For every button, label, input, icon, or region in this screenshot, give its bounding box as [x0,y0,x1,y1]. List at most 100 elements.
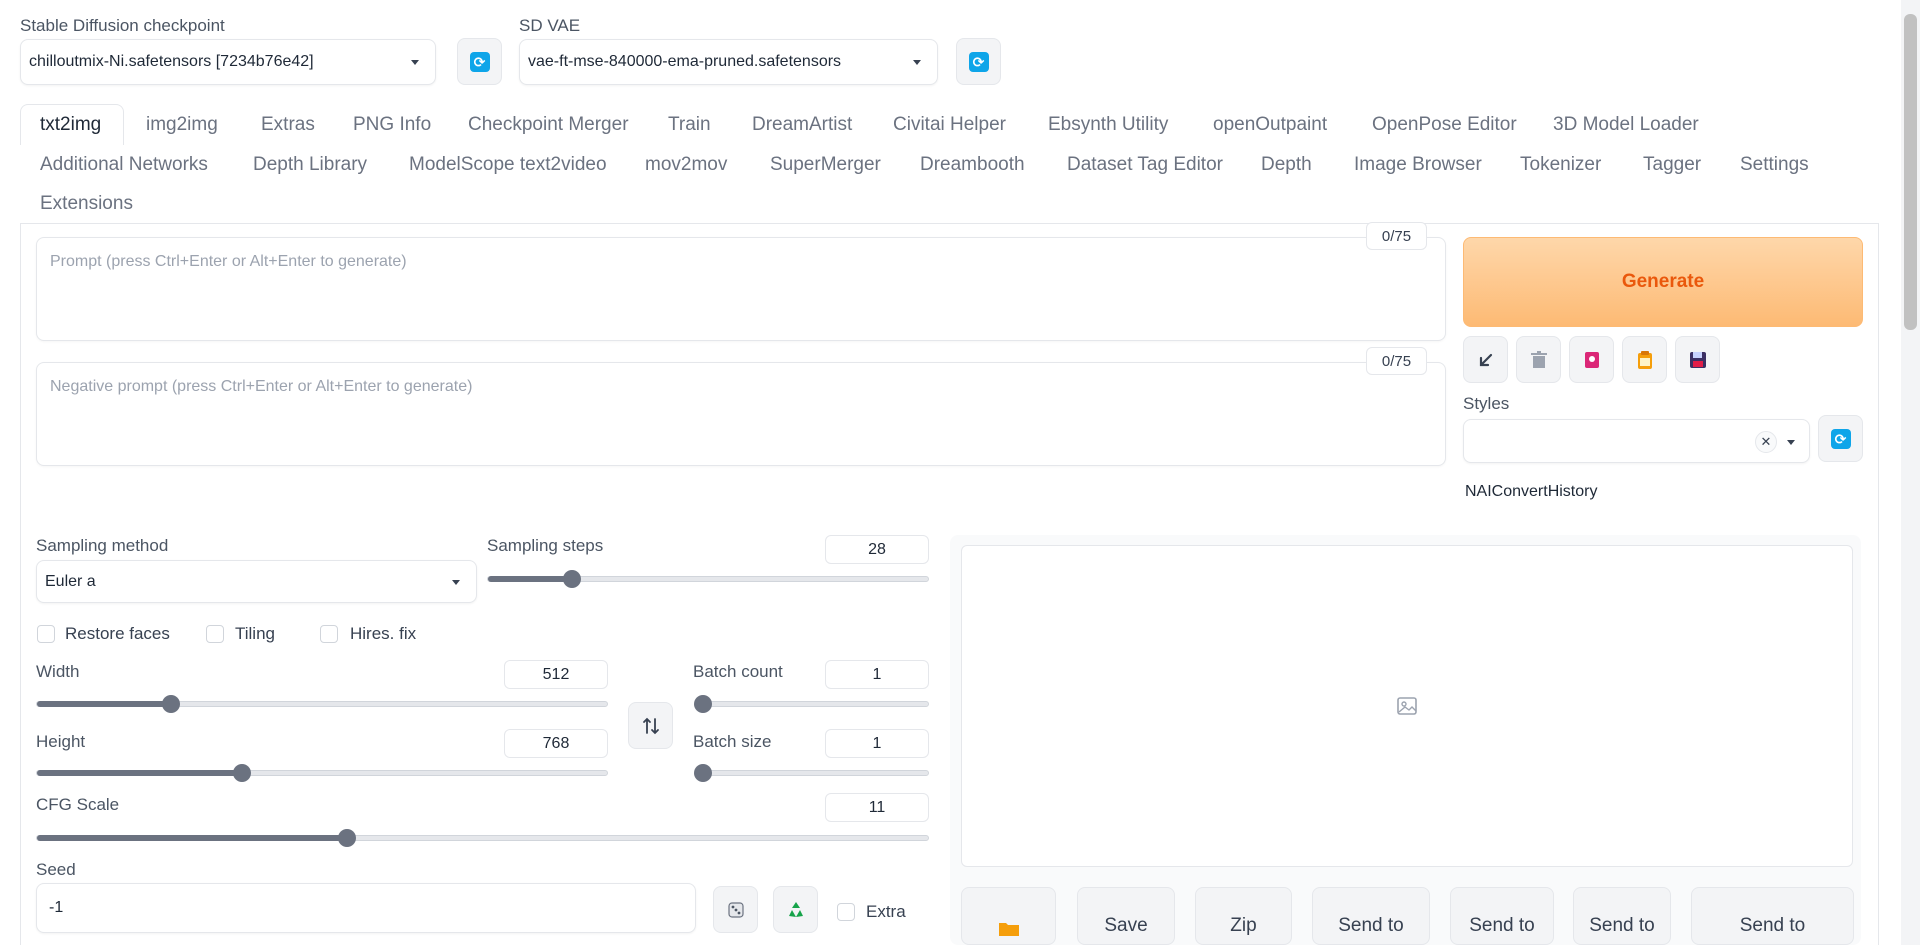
reuse-seed-button[interactable] [773,886,818,933]
tab-image-browser[interactable]: Image Browser [1354,154,1482,176]
batch-size-label: Batch size [693,732,772,751]
send-to-extras-button[interactable]: Send to [1573,887,1671,945]
seed-value: -1 [49,899,64,916]
seed-input[interactable]: -1 [36,883,696,933]
swap-arrows-icon [642,717,659,734]
batch-count-input[interactable]: 1 [825,660,929,689]
prompt-placeholder: Prompt (press Ctrl+Enter or Alt+Enter to… [50,253,407,270]
cfg-scale-slider[interactable] [36,829,929,847]
batch-size-slider[interactable] [694,764,929,782]
paste-style-button[interactable] [1622,336,1667,383]
slider-fill [37,835,348,841]
extra-networks-button[interactable] [1569,336,1614,383]
height-label: Height [36,732,86,751]
send-to-inpaint-button[interactable]: Send to [1450,887,1554,945]
refresh-checkpoint-button[interactable]: ⟳ [457,38,502,85]
sampling-steps-slider[interactable] [487,570,929,588]
tab-tagger[interactable]: Tagger [1643,154,1701,176]
refresh-icon: ⟳ [968,51,989,72]
refresh-vae-button[interactable]: ⟳ [956,38,1001,85]
styles-dropdown[interactable]: ✕ [1463,419,1810,463]
prompt-token-counter: 0/75 [1366,222,1427,250]
negative-prompt-token-counter: 0/75 [1366,347,1427,375]
extra-seed-checkbox[interactable] [837,903,855,921]
sampling-method-value: Euler a [45,572,96,590]
width-slider[interactable] [36,695,608,713]
chevron-down-icon [452,580,460,585]
refresh-icon: ⟳ [469,51,490,72]
send-to-img2img-button[interactable]: Send to [1312,887,1430,945]
send-to-other-button[interactable]: Send to [1691,887,1854,945]
tab-depth[interactable]: Depth [1261,154,1312,176]
tiling-checkbox[interactable] [206,625,224,643]
tab-png-info[interactable]: PNG Info [353,114,431,136]
checkpoint-dropdown[interactable]: chilloutmix-Ni.safetensors [7234b76e42] [20,39,436,85]
hires-fix-checkbox[interactable] [320,625,338,643]
zip-button[interactable]: Zip [1195,887,1292,945]
scrollbar-thumb[interactable] [1904,14,1917,330]
tab-train[interactable]: Train [668,114,711,136]
vae-value: vae-ft-mse-840000-ema-pruned.safetensors [528,53,842,70]
tab-dreamartist[interactable]: DreamArtist [752,114,852,136]
prompt-textarea[interactable]: Prompt (press Ctrl+Enter or Alt+Enter to… [36,237,1446,341]
slider-thumb[interactable] [161,695,180,713]
open-folder-button[interactable] [961,887,1056,945]
tab-checkpoint-merger[interactable]: Checkpoint Merger [468,114,629,136]
negative-prompt-textarea[interactable]: Negative prompt (press Ctrl+Enter or Alt… [36,362,1446,466]
chevron-down-icon [411,60,419,65]
tab-dataset-tag-editor[interactable]: Dataset Tag Editor [1067,154,1223,176]
vae-label: SD VAE [519,16,581,35]
tab-ebsynth-utility[interactable]: Ebsynth Utility [1048,114,1168,136]
slider-thumb[interactable] [562,570,581,588]
tab-img2img[interactable]: img2img [146,114,218,136]
width-input[interactable]: 512 [504,660,608,689]
floppy-disk-icon [1689,351,1706,368]
slider-thumb[interactable] [694,695,712,713]
slider-thumb[interactable] [694,764,712,782]
tab-openpose-editor[interactable]: OpenPose Editor [1372,114,1517,136]
refresh-styles-button[interactable]: ⟳ [1818,415,1863,462]
slider-fill [37,701,171,707]
tab-depth-library[interactable]: Depth Library [253,154,367,176]
swap-dimensions-button[interactable] [628,702,673,749]
slider-fill [488,576,572,582]
tab-settings[interactable]: Settings [1740,154,1809,176]
dice-icon [727,901,744,918]
tab-extras[interactable]: Extras [261,114,315,136]
random-seed-button[interactable] [713,886,758,933]
height-input[interactable]: 768 [504,729,608,758]
generate-label: Generate [1621,271,1705,292]
batch-count-slider[interactable] [694,695,929,713]
tab-modelscope-text2video[interactable]: ModelScope text2video [409,154,607,176]
tab-extensions[interactable]: Extensions [40,193,133,215]
batch-size-input[interactable]: 1 [825,729,929,758]
tab-additional-networks[interactable]: Additional Networks [40,154,208,176]
tab-supermerger[interactable]: SuperMerger [770,154,881,176]
save-button[interactable]: Save [1077,887,1175,945]
cfg-scale-input[interactable]: 11 [825,793,929,822]
tab-txt2img[interactable]: txt2img [40,114,101,136]
restore-faces-checkbox[interactable] [37,625,55,643]
sampling-method-dropdown[interactable]: Euler a [36,560,477,603]
sampling-steps-input[interactable]: 28 [825,535,929,564]
tab-tokenizer[interactable]: Tokenizer [1520,154,1601,176]
tab-3d-model-loader[interactable]: 3D Model Loader [1553,114,1699,136]
output-gallery [961,545,1853,867]
read-params-button[interactable] [1463,336,1508,383]
restore-faces-label: Restore faces [65,624,170,643]
naiconvert-history-label[interactable]: NAIConvertHistory [1465,483,1597,501]
tab-mov2mov[interactable]: mov2mov [645,154,727,176]
tab-civitai-helper[interactable]: Civitai Helper [893,114,1006,136]
checkpoint-value: chilloutmix-Ni.safetensors [7234b76e42] [29,53,314,70]
tab-openoutpaint[interactable]: openOutpaint [1213,114,1327,136]
vae-dropdown[interactable]: vae-ft-mse-840000-ema-pruned.safetensors [519,39,938,85]
tab-dreambooth[interactable]: Dreambooth [920,154,1025,176]
chevron-down-icon [913,60,921,65]
trash-icon [1530,350,1547,368]
clear-prompt-button[interactable] [1516,336,1561,383]
slider-thumb[interactable] [338,829,357,847]
clear-icon[interactable]: ✕ [1755,431,1777,453]
generate-button[interactable]: Generate [1463,237,1863,327]
save-style-button[interactable] [1675,336,1720,383]
height-slider[interactable] [36,764,608,782]
